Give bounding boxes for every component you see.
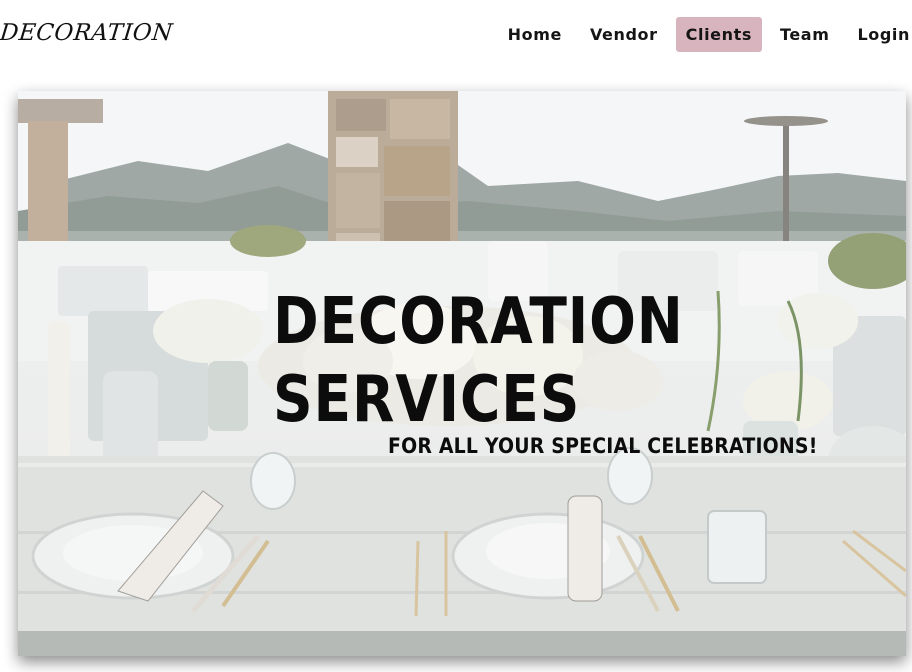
nav-team-link[interactable]: Team [770, 17, 840, 52]
hero-banner: DECORATION SERVICES FOR ALL YOUR SPECIAL… [18, 91, 906, 656]
top-navigation-bar: DECORATION Home Vendor Clients Team Logi… [0, 0, 912, 72]
nav-vendor-link[interactable]: Vendor [580, 17, 668, 52]
nav-login-link[interactable]: Login [847, 17, 912, 52]
hero-title-line-2: SERVICES [273, 363, 581, 437]
hero-subtitle: FOR ALL YOUR SPECIAL CELEBRATIONS! [388, 434, 818, 458]
brand-logo[interactable]: DECORATION [0, 20, 174, 46]
nav-clients-link[interactable]: Clients [675, 17, 762, 52]
main-nav: Home Vendor Clients Team Login [490, 17, 912, 52]
hero-title-line-1: DECORATION [273, 285, 684, 359]
hero-title: DECORATION SERVICES [273, 283, 720, 439]
nav-home-link[interactable]: Home [498, 17, 572, 52]
